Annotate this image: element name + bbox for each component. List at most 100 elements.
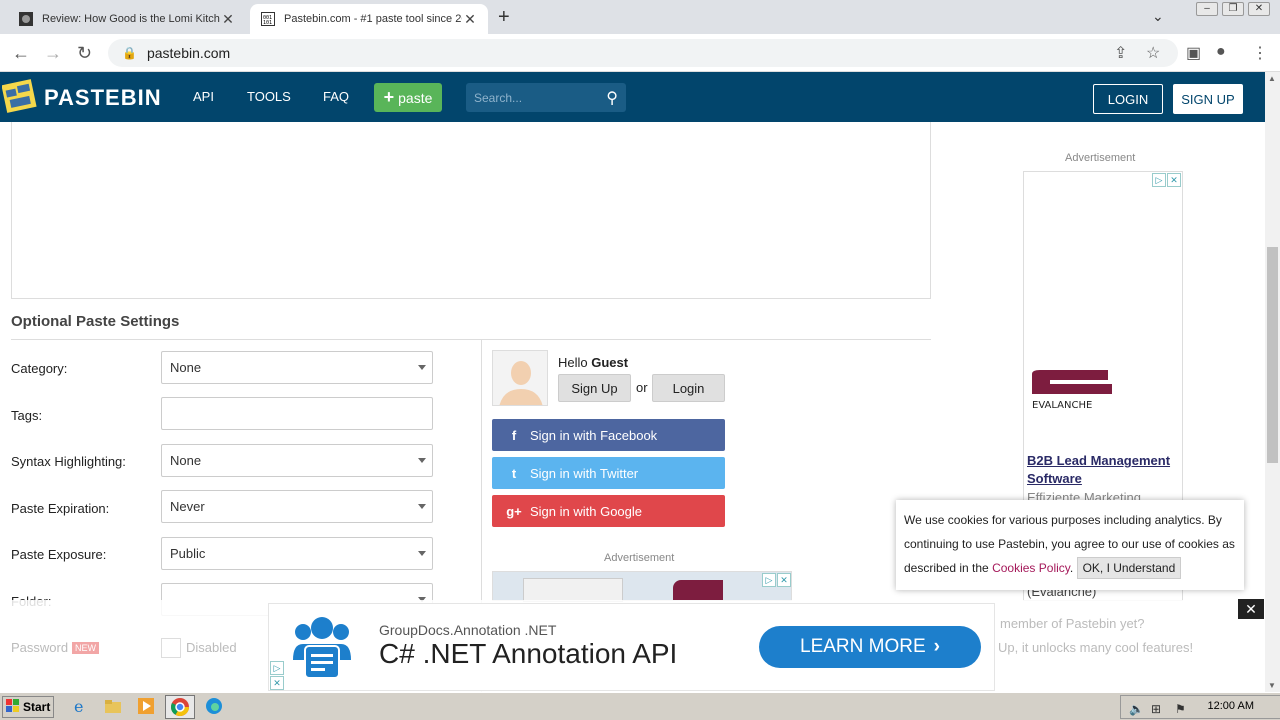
- new-tab-button[interactable]: +: [498, 6, 510, 29]
- bookmark-star-icon[interactable]: ☆: [1146, 43, 1160, 63]
- cookie-policy-link[interactable]: Cookies Policy: [992, 561, 1070, 575]
- window-controls: – ❐ ✕: [1196, 2, 1270, 16]
- settings-title: Optional Paste Settings: [11, 313, 180, 330]
- menu-kebab-icon[interactable]: ⋮: [1252, 43, 1268, 63]
- minimize-icon[interactable]: –: [1196, 2, 1218, 16]
- search-icon[interactable]: ⚲: [606, 88, 618, 108]
- adchoices-icon[interactable]: ▷: [1152, 173, 1166, 187]
- behind-text-2: Up, it unlocks many cool features!: [998, 640, 1194, 655]
- password-state: Disabled: [186, 640, 237, 655]
- syntax-label: Syntax Highlighting:: [11, 454, 126, 469]
- exposure-select[interactable]: Public: [161, 537, 433, 570]
- share-icon[interactable]: ⇪: [1114, 43, 1127, 63]
- forward-arrow-icon[interactable]: →: [44, 43, 62, 64]
- tab-close-icon[interactable]: ✕: [220, 11, 236, 28]
- pastebin-brand[interactable]: PASTEBIN: [44, 85, 162, 111]
- scroll-up-icon[interactable]: ▲: [1268, 74, 1276, 83]
- chevron-right-icon: ›: [933, 636, 940, 657]
- chevron-down-icon: [418, 551, 426, 556]
- adchoices-icon[interactable]: ▷: [762, 573, 776, 587]
- guest-signup-button[interactable]: Sign Up: [558, 374, 631, 402]
- start-button[interactable]: Start: [2, 696, 54, 718]
- scroll-down-icon[interactable]: ▼: [1268, 681, 1276, 690]
- url-omnibox[interactable]: 🔒 pastebin.com: [108, 39, 1178, 67]
- ad-close-icon[interactable]: ✕: [270, 676, 284, 690]
- folder-icon[interactable]: [104, 697, 124, 717]
- tags-input[interactable]: [161, 397, 433, 430]
- mid-ad-label: Advertisement: [604, 552, 675, 564]
- chrome-taskbar-button[interactable]: [165, 695, 195, 719]
- syntax-select[interactable]: None: [161, 444, 433, 477]
- svg-text:e: e: [74, 697, 83, 715]
- close-window-icon[interactable]: ✕: [1248, 2, 1270, 16]
- banner-subtitle: GroupDocs.Annotation .NET: [379, 622, 557, 638]
- media-player-icon[interactable]: [137, 697, 157, 717]
- volume-icon[interactable]: 🔈: [1129, 702, 1144, 716]
- adchoices-icon[interactable]: ▷: [270, 661, 284, 675]
- twitter-label: Sign in with Twitter: [530, 465, 639, 481]
- chevron-down-icon: [418, 458, 426, 463]
- ad-close-icon[interactable]: ✕: [777, 573, 791, 587]
- password-toggle[interactable]: [161, 638, 181, 658]
- scrollbar-thumb[interactable]: [1267, 247, 1278, 463]
- browser-tab-bar: Review: How Good is the Lomi Kitchen ✕ 0…: [0, 0, 1280, 34]
- profile-icon[interactable]: ●: [1216, 43, 1226, 61]
- google-signin-button[interactable]: g+ Sign in with Google: [492, 495, 725, 527]
- signup-button[interactable]: SIGN UP: [1173, 84, 1243, 114]
- lock-icon: 🔒: [122, 46, 137, 60]
- facebook-label: Sign in with Facebook: [530, 427, 658, 443]
- b2b-lead-link[interactable]: B2B Lead Management Software: [1027, 452, 1187, 488]
- ad-close-icon[interactable]: ✕: [1167, 173, 1181, 187]
- tab-search-chevron-icon[interactable]: ⌄: [1152, 8, 1164, 25]
- pastebin-logo-icon[interactable]: [1, 76, 38, 114]
- network-icon[interactable]: ⊞: [1151, 702, 1161, 716]
- search-placeholder: Search...: [474, 90, 523, 105]
- side-panel-icon[interactable]: ▣: [1186, 43, 1201, 63]
- cookie-accept-button[interactable]: OK, I Understand: [1076, 557, 1182, 579]
- right-ad-label: Advertisement: [1065, 152, 1136, 164]
- login-button[interactable]: LOGIN: [1093, 84, 1163, 114]
- tab-close-icon[interactable]: ✕: [462, 11, 478, 28]
- nav-tools[interactable]: TOOLS: [247, 89, 291, 104]
- restore-icon[interactable]: ❐: [1222, 2, 1244, 16]
- expiration-label: Paste Expiration:: [11, 501, 110, 516]
- google-label: Sign in with Google: [530, 503, 643, 519]
- twitter-icon: t: [511, 465, 517, 481]
- expiration-value: Never: [170, 499, 205, 514]
- search-input[interactable]: Search... ⚲: [466, 83, 626, 112]
- guest-login-button[interactable]: Login: [652, 374, 725, 402]
- syntax-value: None: [170, 453, 202, 468]
- chrome-icon: [171, 698, 189, 717]
- back-arrow-icon[interactable]: ←: [12, 43, 30, 64]
- edge-icon[interactable]: [205, 697, 225, 717]
- category-value: None: [170, 360, 202, 375]
- mid-advertisement[interactable]: [492, 571, 792, 602]
- evalanche-logo-icon[interactable]: EVALANCHE: [1032, 370, 1122, 412]
- banner-close-button[interactable]: ✕: [1238, 599, 1264, 619]
- browser-tab-pastebin[interactable]: 001 101 Pastebin.com - #1 paste tool sinc…: [250, 4, 488, 34]
- ie-icon[interactable]: e: [72, 697, 92, 717]
- paste-text-area[interactable]: [11, 122, 931, 299]
- learn-more-button[interactable]: LEARN MORE ›: [759, 626, 981, 668]
- evalanche-wordmark: EVALANCHE: [1032, 400, 1092, 411]
- nav-api[interactable]: API: [193, 89, 214, 104]
- learn-more-label: LEARN MORE: [800, 636, 926, 657]
- start-label: Start: [23, 700, 51, 714]
- tab-title: Pastebin.com - #1 paste tool since 2002!: [284, 13, 462, 25]
- new-paste-button[interactable]: + paste: [374, 83, 442, 112]
- exposure-value: Public: [170, 546, 206, 561]
- nav-faq[interactable]: FAQ: [323, 89, 349, 104]
- paste-label: paste: [398, 89, 433, 106]
- twitter-signin-button[interactable]: t Sign in with Twitter: [492, 457, 725, 489]
- expiration-select[interactable]: Never: [161, 490, 433, 523]
- taskbar-clock: 12:00 AM: [1207, 700, 1254, 712]
- flag-icon[interactable]: ⚑: [1175, 702, 1186, 716]
- category-select[interactable]: None: [161, 351, 433, 384]
- reload-icon[interactable]: ↻: [77, 43, 92, 64]
- page-scrollbar[interactable]: ▲ ▼: [1265, 72, 1280, 692]
- settings-divider: [11, 339, 931, 340]
- banner-title: C# .NET Annotation API: [379, 638, 678, 669]
- url-text: pastebin.com: [146, 45, 231, 61]
- browser-tab-lomi[interactable]: Review: How Good is the Lomi Kitchen ✕: [8, 4, 246, 34]
- facebook-signin-button[interactable]: f Sign in with Facebook: [492, 419, 725, 451]
